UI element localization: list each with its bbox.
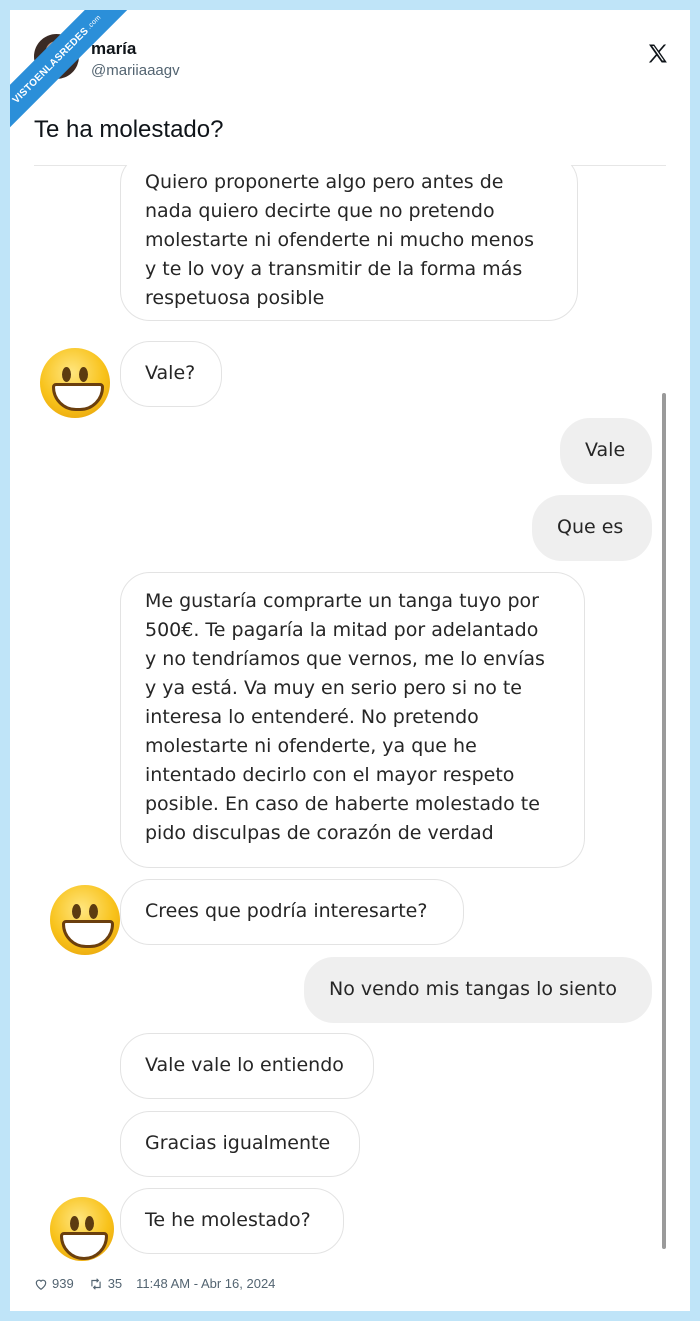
watermark-suffix: .com bbox=[85, 13, 103, 31]
message-bubble-out: Que es bbox=[532, 495, 652, 561]
message-bubble-out: No vendo mis tangas lo siento bbox=[304, 957, 652, 1023]
message-bubble-in: Vale vale lo entiendo bbox=[120, 1033, 374, 1099]
watermark-text: VISTOENLASREDES bbox=[10, 25, 91, 106]
retweet-count-value: 35 bbox=[107, 1276, 123, 1291]
like-count[interactable]: 939 bbox=[34, 1276, 74, 1291]
emoji-avatar-icon bbox=[50, 885, 120, 955]
message-bubble-in: Te he molestado? bbox=[120, 1188, 344, 1254]
message-bubble-in: Gracias igualmente bbox=[120, 1111, 360, 1177]
tweet-timestamp[interactable]: 11:48 AM - Abr 16, 2024 bbox=[136, 1276, 275, 1291]
emoji-avatar-icon bbox=[40, 348, 110, 418]
message-bubble-in: Crees que podría interesarte? bbox=[120, 879, 464, 945]
x-logo-icon[interactable] bbox=[646, 42, 670, 66]
watermark: VISTOENLASREDES .com bbox=[10, 10, 130, 130]
chat-screenshot: Quiero proponerte algo pero antes de nad… bbox=[10, 165, 690, 1265]
retweet-count[interactable]: 35 bbox=[88, 1276, 122, 1291]
heart-icon bbox=[35, 1279, 47, 1290]
like-count-value: 939 bbox=[52, 1276, 74, 1291]
emoji-avatar-icon bbox=[50, 1197, 114, 1261]
retweet-icon bbox=[91, 1277, 101, 1290]
scrollbar[interactable] bbox=[662, 393, 666, 1249]
message-bubble-in: Me gustaría comprarte un tanga tuyo por … bbox=[120, 572, 585, 868]
message-bubble-in: Vale? bbox=[120, 341, 222, 407]
message-bubble-in: Quiero proponerte algo pero antes de nad… bbox=[120, 165, 578, 321]
tweet-footer: 939 35 11:48 AM - Abr 16, 2024 bbox=[34, 1276, 289, 1291]
message-bubble-out: Vale bbox=[560, 418, 652, 484]
tweet-header: maría @mariiaaagv bbox=[34, 34, 674, 94]
tweet-card: VISTOENLASREDES .com maría @mariiaaagv Te… bbox=[10, 10, 690, 1311]
